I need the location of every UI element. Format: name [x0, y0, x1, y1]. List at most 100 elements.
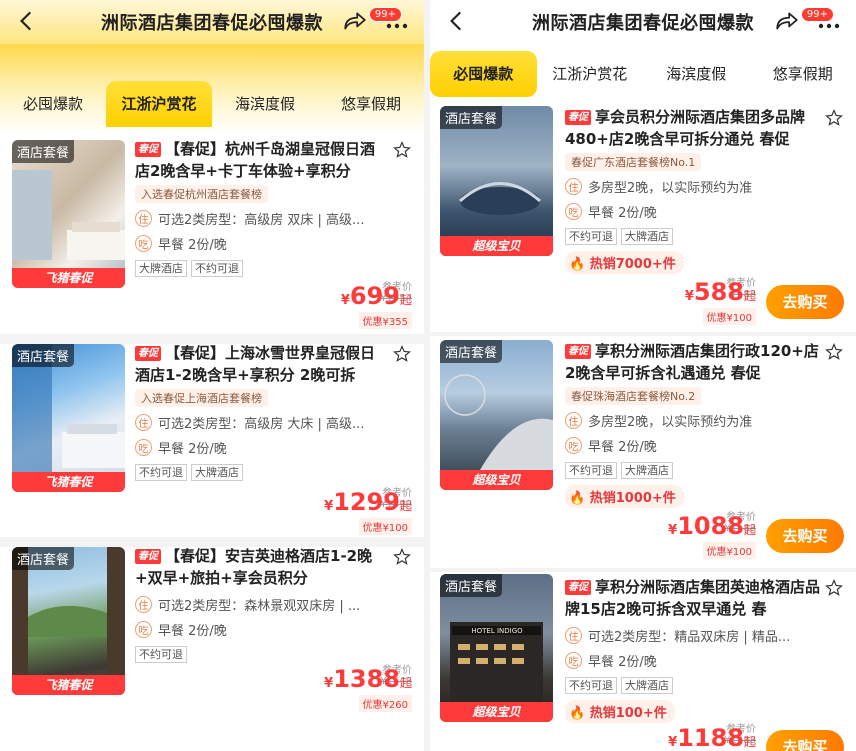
- thumb-tag: 酒店套餐: [440, 574, 503, 597]
- price-box: 参考价 ¥1399 ¥1299起 优惠¥100: [284, 488, 412, 535]
- tab-seaside[interactable]: 海滨度假: [212, 81, 318, 127]
- product-card[interactable]: 酒店套餐 飞猪春促 春促 【春促】上海冰雪世界皇冠假日酒店1-2晚含早+享积分 2…: [0, 338, 424, 543]
- room-icon: 住: [565, 178, 582, 195]
- ranking-badge: 入选春促上海酒店套餐榜: [135, 389, 268, 407]
- feature-chip: 大牌酒店: [135, 260, 187, 277]
- product-title[interactable]: 春促 享会员积分洲际酒店集团多品牌480+店2晚含早可拆分通兑 春促: [565, 106, 846, 150]
- right-screen: 洲际酒店集团春促必囤爆款 99+ 必囤爆款 江浙沪赏花 海滨度假 悠享假期 酒店…: [430, 0, 856, 751]
- back-arrow-icon[interactable]: [14, 8, 40, 34]
- tab-seaside[interactable]: 海滨度假: [643, 51, 750, 97]
- promo-ribbon: 飞猪春促: [12, 268, 125, 288]
- room-icon: 住: [565, 412, 582, 429]
- tab-holiday[interactable]: 悠享假期: [318, 81, 424, 127]
- favorite-star-icon[interactable]: [392, 344, 412, 364]
- food-icon: 吃: [565, 437, 582, 454]
- sale-price: ¥1188起: [668, 724, 756, 751]
- breakfast-row: 吃早餐 2份/晚: [135, 234, 414, 253]
- feature-chips: 大牌酒店 不约可退: [135, 260, 414, 277]
- flame-icon: 🔥: [569, 706, 586, 721]
- breakfast-row: 吃早餐 2份/晚: [565, 202, 846, 221]
- more-menu-button[interactable]: 99+: [368, 7, 412, 36]
- product-card[interactable]: 酒店套餐 超级宝贝 春促 享积分洲际酒店集团行政120+店2晚含早可拆含礼遇通兑 …: [430, 336, 856, 568]
- room-icon: 住: [135, 596, 152, 613]
- product-title[interactable]: 春促 【春促】上海冰雪世界皇冠假日酒店1-2晚含早+享积分 2晚可拆: [135, 342, 414, 386]
- tab-jzh-flowers[interactable]: 江浙沪赏花: [537, 51, 644, 97]
- food-icon: 吃: [135, 439, 152, 456]
- room-row: 住可选2类房型：高级房 双床 | 高级...: [135, 209, 414, 228]
- spring-promo-tag: 春促: [565, 580, 591, 595]
- flame-icon: 🔥: [569, 491, 586, 506]
- notification-badge: 99+: [368, 7, 402, 22]
- share-icon[interactable]: [774, 8, 800, 34]
- product-card[interactable]: 酒店套餐 飞猪春促 春促 【春促】安吉英迪格酒店1-2晚+双早+旅拍+享会员积分 …: [0, 541, 424, 746]
- tab-holiday[interactable]: 悠享假期: [750, 51, 856, 97]
- feature-chip: 不约可退: [191, 260, 243, 277]
- discount-tag: 优惠¥355: [358, 312, 412, 329]
- product-title[interactable]: 春促 享积分洲际酒店集团英迪格酒店品牌15店2晚可拆含双早通兑 春: [565, 576, 846, 620]
- feature-chips: 不约可退 大牌酒店: [565, 677, 846, 694]
- spring-promo-tag: 春促: [135, 346, 161, 361]
- sale-price: ¥699起: [340, 282, 412, 310]
- price-box: 参考价 ¥1648 ¥1388起 优惠¥260: [284, 665, 412, 712]
- hotel-sign-text: HOTEL INDIGO: [471, 627, 523, 635]
- room-row: 住可选2类房型：精品双床房 | 精品...: [565, 626, 846, 645]
- price-box: 参考价 ¥688 ¥588起 优惠¥100: [651, 278, 756, 325]
- product-card[interactable]: HOTEL INDIGO 酒店套餐 超级宝贝 春促 享积分洲际酒店集团英迪格酒店品…: [430, 572, 856, 751]
- tab-must-buy[interactable]: 必囤爆款: [430, 51, 537, 97]
- page-title: 洲际酒店集团春促必囤爆款: [101, 13, 323, 34]
- product-card[interactable]: 酒店套餐 超级宝贝 春促 享会员积分洲际酒店集团多品牌480+店2晚含早可拆分通兑…: [430, 102, 856, 332]
- feature-chip: 大牌酒店: [621, 677, 673, 694]
- feature-chip: 大牌酒店: [191, 464, 243, 481]
- nav-bar: 洲际酒店集团春促必囤爆款 99+: [430, 0, 856, 44]
- product-card[interactable]: 酒店套餐 飞猪春促 春促 【春促】杭州千岛湖皇冠假日酒店2晚含早+卡丁车体验+享积…: [0, 134, 424, 339]
- hotel-thumbnail: 酒店套餐 飞猪春促: [12, 547, 125, 695]
- room-row: 住可选2类房型：森林景观双床房 | ...: [135, 595, 414, 614]
- discount-tag: 优惠¥100: [358, 518, 412, 535]
- product-title[interactable]: 春促 【春促】安吉英迪格酒店1-2晚+双早+旅拍+享会员积分: [135, 545, 414, 589]
- food-icon: 吃: [565, 652, 582, 669]
- breakfast-row: 吃早餐 2份/晚: [135, 620, 414, 639]
- favorite-star-icon[interactable]: [824, 342, 844, 362]
- sale-price: ¥1388起: [324, 665, 412, 693]
- back-arrow-icon[interactable]: [444, 8, 470, 34]
- breakfast-row: 吃早餐 2份/晚: [135, 438, 414, 457]
- ranking-badge: 入选春促杭州酒店套餐榜: [135, 185, 268, 203]
- sales-count: 🔥 热销100+件: [565, 700, 675, 723]
- promo-ribbon: 飞猪春促: [12, 675, 125, 695]
- buy-button[interactable]: 去购买: [766, 730, 844, 751]
- feature-chips: 不约可退 大牌酒店: [565, 228, 846, 245]
- favorite-star-icon[interactable]: [824, 578, 844, 598]
- tab-jzh-flowers[interactable]: 江浙沪赏花: [106, 81, 212, 127]
- thumb-tag: 酒店套餐: [440, 340, 503, 363]
- room-icon: 住: [135, 210, 152, 227]
- share-icon[interactable]: [342, 8, 368, 34]
- buy-button[interactable]: 去购买: [766, 285, 844, 319]
- thumb-tag: 酒店套餐: [12, 140, 75, 163]
- spring-promo-tag: 春促: [565, 344, 591, 359]
- feature-chips: 不约可退 大牌酒店: [565, 462, 846, 479]
- product-title[interactable]: 春促 享积分洲际酒店集团行政120+店2晚含早可拆含礼遇通兑 春促: [565, 340, 846, 384]
- favorite-star-icon[interactable]: [392, 140, 412, 160]
- sales-count: 🔥 热销1000+件: [565, 485, 684, 508]
- left-screen: 洲际酒店集团春促必囤爆款 99+ 必囤爆款 江浙沪赏花 海滨度假 悠享假期 酒店…: [0, 0, 424, 751]
- buy-button[interactable]: 去购买: [766, 519, 844, 553]
- discount-tag: 优惠¥100: [702, 308, 756, 325]
- super-item-ribbon: 超级宝贝: [440, 702, 553, 722]
- product-info: 春促 【春促】上海冰雪世界皇冠假日酒店1-2晚含早+享积分 2晚可拆 入选春促上海…: [135, 342, 414, 481]
- product-title[interactable]: 春促 【春促】杭州千岛湖皇冠假日酒店2晚含早+卡丁车体验+享积分: [135, 138, 414, 182]
- feature-chip: 不约可退: [565, 677, 617, 694]
- spring-promo-tag: 春促: [135, 549, 161, 564]
- tab-must-buy[interactable]: 必囤爆款: [0, 81, 106, 127]
- category-tabs: 必囤爆款 江浙沪赏花 海滨度假 悠享假期: [0, 44, 424, 134]
- super-item-ribbon: 超级宝贝: [440, 236, 553, 256]
- more-menu-button[interactable]: 99+: [800, 7, 844, 36]
- product-info: 春促 【春促】安吉英迪格酒店1-2晚+双早+旅拍+享会员积分 住可选2类房型：森林…: [135, 545, 414, 663]
- food-icon: 吃: [565, 203, 582, 220]
- favorite-star-icon[interactable]: [392, 547, 412, 567]
- favorite-star-icon[interactable]: [824, 108, 844, 128]
- feature-chip: 不约可退: [565, 228, 617, 245]
- thumb-tag: 酒店套餐: [12, 344, 75, 367]
- sale-price: ¥588起: [684, 278, 756, 306]
- room-row: 住多房型2晚，以实际预约为准: [565, 411, 846, 430]
- product-info: 春促 【春促】杭州千岛湖皇冠假日酒店2晚含早+卡丁车体验+享积分 入选春促杭州酒店…: [135, 138, 414, 277]
